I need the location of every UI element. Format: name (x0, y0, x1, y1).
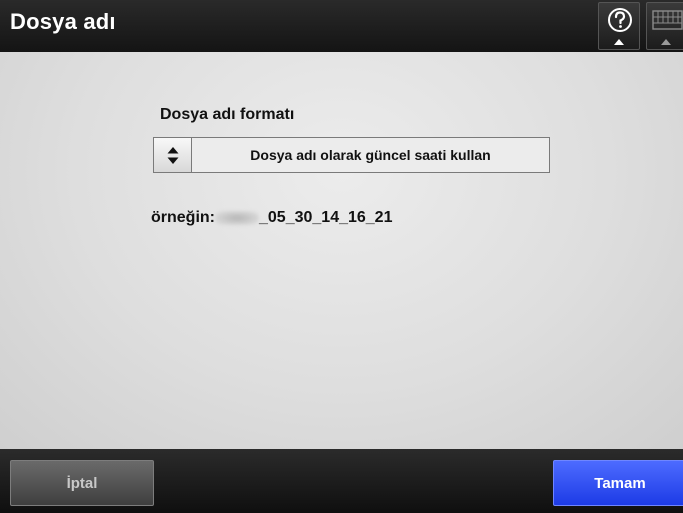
ok-button[interactable]: Tamam (553, 460, 683, 506)
format-label: Dosya adı formatı (160, 106, 295, 123)
file-name-format-select[interactable]: Dosya adı olarak güncel saati kullan (153, 137, 550, 173)
page-title: Dosya adı (10, 9, 116, 34)
redacted-blur (215, 211, 259, 225)
example-line: örneğin: _05_30_14_16_21 (151, 209, 392, 227)
cancel-button[interactable]: İptal (10, 460, 154, 506)
file-name-screen: Dosya adı Dosya adı formatı Dosya adı ol… (0, 0, 683, 513)
keyboard-icon (652, 10, 683, 30)
up-down-arrows-icon (167, 147, 179, 164)
spin-arrows-button[interactable] (154, 138, 192, 172)
keyboard-button[interactable] (646, 2, 683, 50)
format-select-value: Dosya adı olarak güncel saati kullan (250, 147, 491, 163)
question-circle-icon (608, 8, 632, 32)
bottom-bar: İptal Tamam (0, 449, 683, 513)
example-prefix: örneğin: (151, 209, 215, 226)
help-button[interactable] (598, 2, 640, 50)
main-content: Dosya adı formatı Dosya adı olarak günce… (0, 52, 683, 449)
title-bar: Dosya adı (0, 0, 683, 52)
expand-up-icon (614, 39, 624, 45)
example-value: _05_30_14_16_21 (259, 209, 393, 226)
expand-up-icon (661, 39, 671, 45)
